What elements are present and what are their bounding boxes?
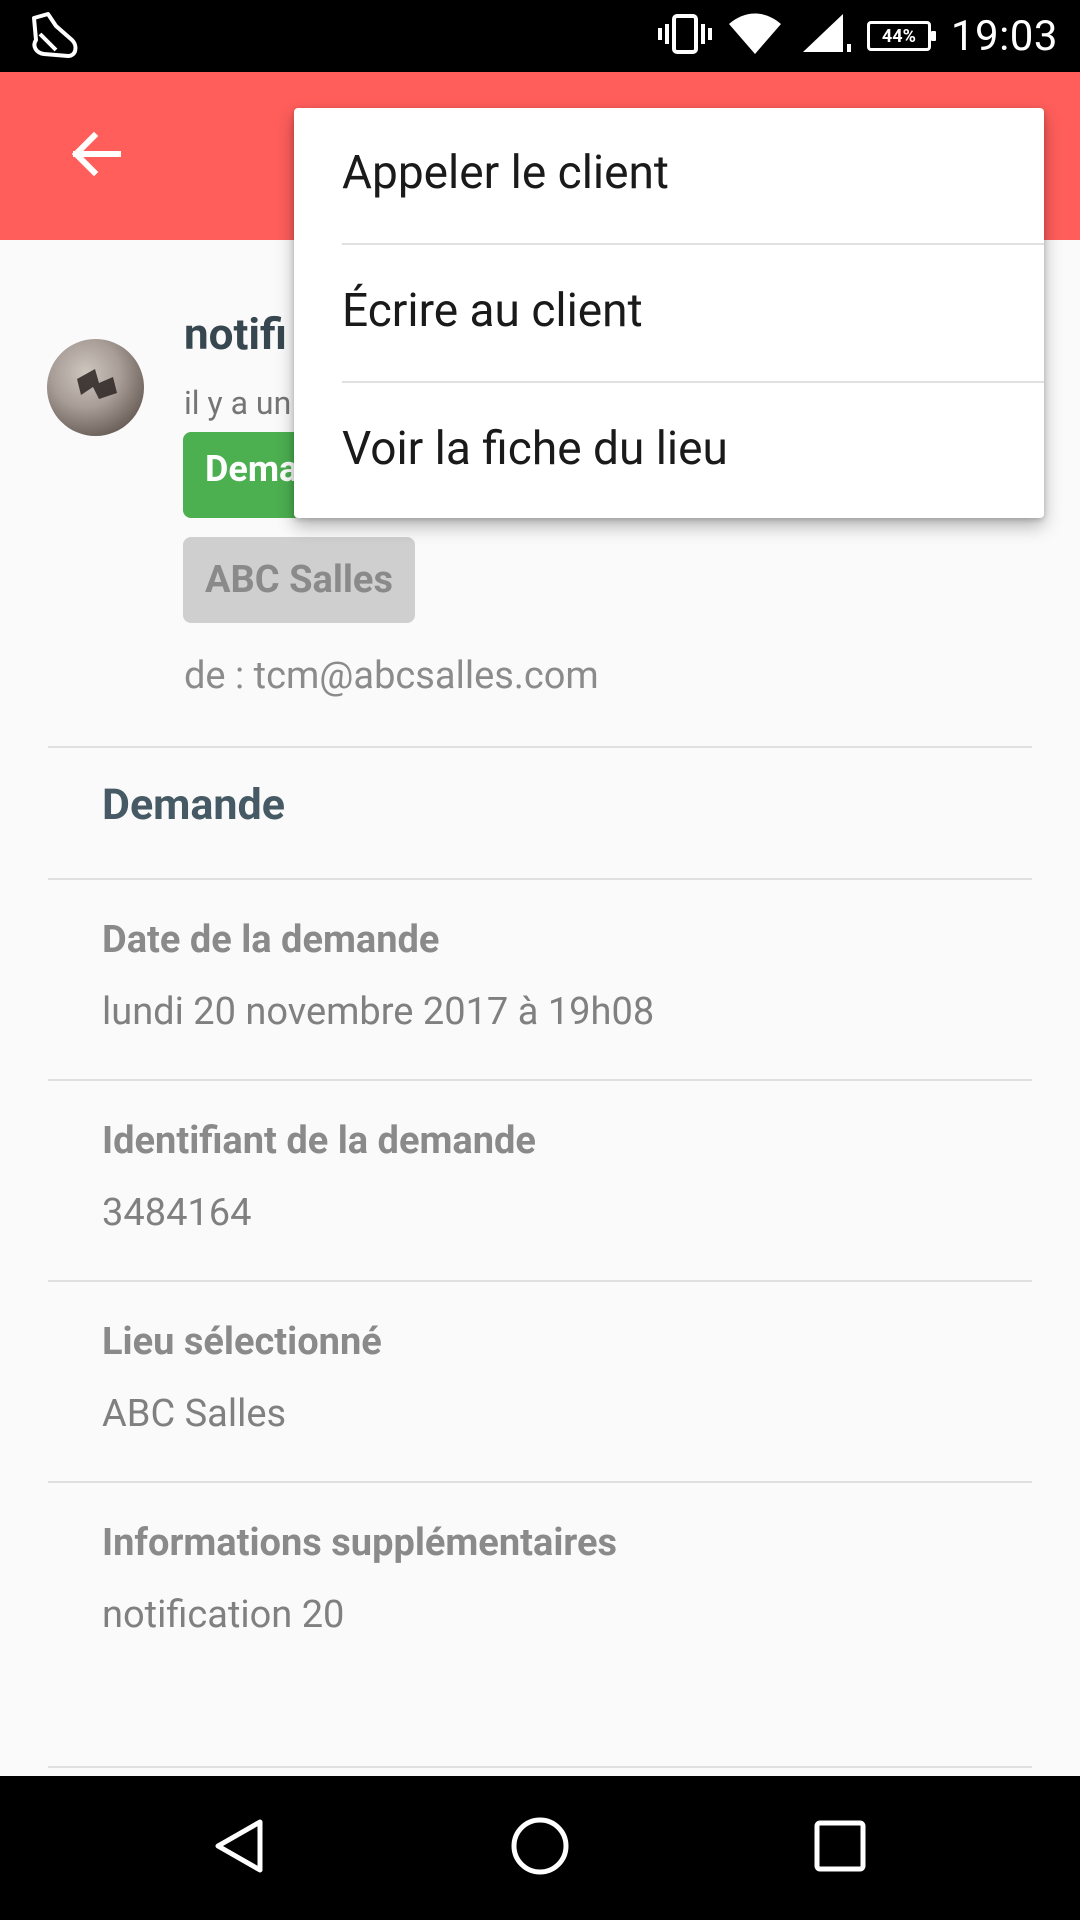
clock: 19:03 — [950, 11, 1058, 61]
section-title: Demande — [102, 780, 285, 830]
notification-title: notifi — [184, 308, 287, 360]
divider — [48, 1280, 1032, 1282]
nav-home-button[interactable] — [490, 1798, 590, 1898]
field-label-date: Date de la demande — [102, 918, 440, 962]
divider — [48, 1079, 1032, 1081]
back-button[interactable] — [52, 112, 140, 200]
nav-back-button[interactable] — [190, 1798, 290, 1898]
wifi-icon — [727, 12, 783, 60]
field-value-info: notification 20 — [102, 1593, 345, 1637]
avatar — [47, 339, 144, 436]
back-triangle-icon — [210, 1816, 270, 1880]
menu-item-write-client[interactable]: Écrire au client — [342, 284, 643, 338]
recents-square-icon — [812, 1818, 868, 1878]
notification-subtitle: il y a un — [184, 384, 292, 422]
divider — [48, 1766, 1032, 1768]
nav-recents-button[interactable] — [790, 1798, 890, 1898]
home-circle-icon — [508, 1814, 572, 1882]
status-bar: 44% 19:03 — [0, 0, 1080, 72]
notification-icon — [26, 10, 82, 62]
divider — [48, 878, 1032, 880]
venue-badge: ABC Salles — [183, 537, 415, 623]
divider — [48, 1481, 1032, 1483]
field-value-id: 3484164 — [102, 1191, 252, 1235]
navigation-bar — [0, 1776, 1080, 1920]
menu-item-call-client[interactable]: Appeler le client — [342, 146, 669, 200]
menu-divider — [342, 381, 1044, 383]
signal-icon — [797, 12, 853, 60]
overflow-menu: Appeler le client Écrire au client Voir … — [294, 108, 1044, 518]
divider — [48, 746, 1032, 748]
arrow-back-icon — [70, 128, 122, 184]
field-label-venue: Lieu sélectionné — [102, 1320, 382, 1364]
vibrate-icon — [657, 12, 713, 60]
battery-icon: 44% — [866, 21, 936, 51]
field-label-id: Identifiant de la demande — [102, 1119, 536, 1163]
field-value-venue: ABC Salles — [102, 1392, 287, 1436]
menu-divider — [342, 243, 1044, 245]
sender-email: de : tcm@abcsalles.com — [184, 654, 599, 698]
field-label-info: Informations supplémentaires — [102, 1521, 617, 1565]
field-value-date: lundi 20 novembre 2017 à 19h08 — [102, 990, 655, 1034]
menu-item-view-venue[interactable]: Voir la fiche du lieu — [342, 422, 728, 476]
